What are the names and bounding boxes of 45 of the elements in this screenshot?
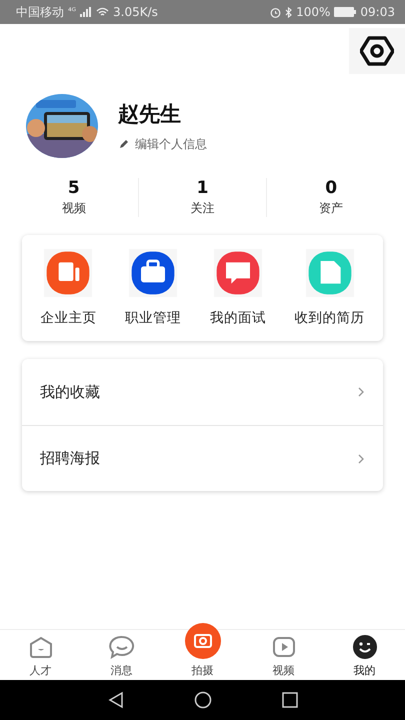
clock-time: 09:03 xyxy=(360,5,395,19)
edit-profile-link[interactable]: 编辑个人信息 xyxy=(118,136,207,152)
chat-icon xyxy=(108,635,134,659)
battery-percent: 100% xyxy=(296,5,330,19)
chat-icon xyxy=(214,249,262,297)
battery-icon xyxy=(334,7,356,17)
home-icon[interactable] xyxy=(194,691,212,709)
menu-row[interactable]: 我的收藏 xyxy=(22,359,383,425)
nav-tab[interactable]: 人才 xyxy=(0,630,81,680)
home-icon xyxy=(28,635,54,659)
network-type: ⁴ᴳ xyxy=(68,7,76,17)
camera-icon xyxy=(184,623,220,659)
document-icon xyxy=(44,249,92,297)
shortcut-item[interactable]: 我的面试 xyxy=(210,249,266,327)
briefcase-icon xyxy=(129,249,178,297)
pencil-icon xyxy=(118,138,130,150)
nav-tab[interactable]: 我的 xyxy=(324,630,405,680)
shortcut-item[interactable]: 收到的简历 xyxy=(294,249,365,327)
nav-tab[interactable]: 视频 xyxy=(243,630,324,680)
network-speed: 3.05K/s xyxy=(113,5,158,19)
shortcut-item[interactable]: 职业管理 xyxy=(125,249,182,327)
nav-tab[interactable]: 消息 xyxy=(81,630,162,680)
stat-value: 1 xyxy=(196,178,208,198)
document-icon xyxy=(306,249,354,297)
carrier-name: 中国移动 xyxy=(16,4,64,20)
stat-value: 5 xyxy=(68,178,80,198)
smiley-icon xyxy=(352,635,378,659)
stat-value: 0 xyxy=(325,178,338,198)
settings-button[interactable] xyxy=(349,28,405,74)
chevron-right-icon xyxy=(357,452,365,464)
menu-row[interactable]: 招聘海报 xyxy=(22,425,383,491)
play-icon xyxy=(270,635,296,659)
stat-label: 关注 xyxy=(190,200,214,217)
user-name: 赵先生 xyxy=(118,100,182,128)
nav-tab[interactable]: 拍摄 xyxy=(162,616,243,680)
bluetooth-icon xyxy=(285,6,292,18)
chevron-right-icon xyxy=(357,386,365,398)
alarm-icon xyxy=(270,6,282,18)
stat-label: 视频 xyxy=(62,200,86,217)
stat-label: 资产 xyxy=(319,200,344,217)
wifi-icon xyxy=(96,7,109,17)
back-icon[interactable] xyxy=(108,691,124,709)
shortcut-item[interactable]: 企业主页 xyxy=(40,249,96,327)
recents-icon[interactable] xyxy=(282,692,298,708)
signal-icon xyxy=(80,7,92,17)
